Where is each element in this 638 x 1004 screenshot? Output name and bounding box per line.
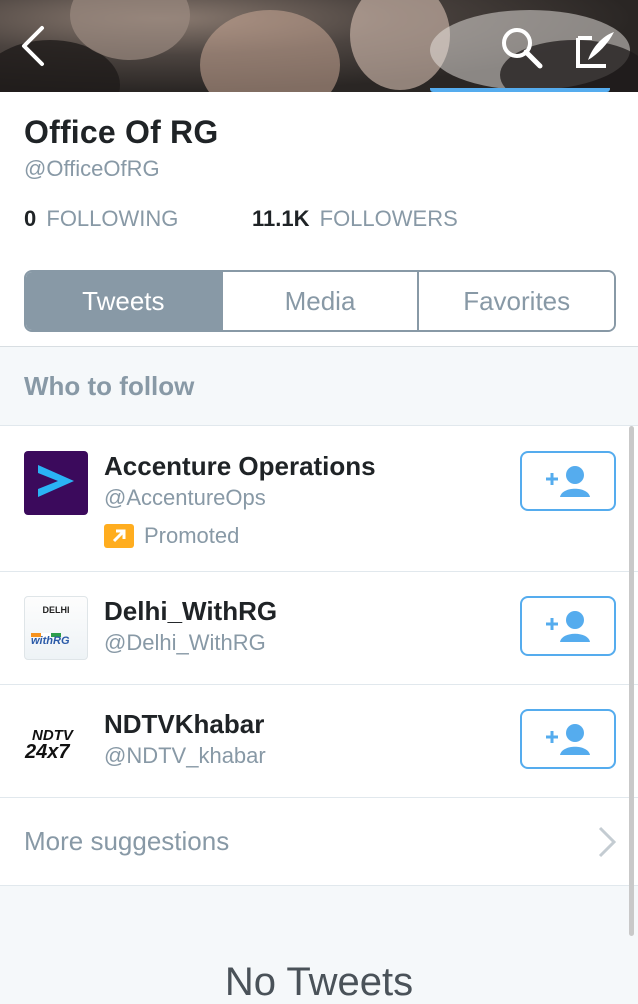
more-suggestions-link[interactable]: More suggestions [0,798,638,886]
add-user-icon [546,724,590,755]
follow-button[interactable] [520,451,616,511]
suggestion-handle: @NDTV_khabar [104,743,266,768]
suggestion-row[interactable]: DELHI withRG Delhi_WithRG @Delhi_WithRG [0,572,638,685]
add-user-icon [546,611,590,642]
suggestion-row[interactable]: Accenture Operations @AccentureOps Promo… [0,427,638,572]
followers-count: 11.1K [252,206,310,231]
avatar[interactable] [24,451,88,515]
tab-tweets[interactable]: Tweets [26,272,221,330]
edit-profile-tab-edge [430,88,610,92]
suggestion-handle: @Delhi_WithRG [104,630,266,655]
promoted-arrow-icon [104,524,134,548]
suggestion-name[interactable]: Delhi_WithRG [104,596,277,627]
avatar-text-delhi: DELHI [42,605,70,615]
avatar-text-247: 24x7 [25,741,70,763]
follow-button[interactable] [520,709,616,769]
add-user-icon [546,466,590,497]
tab-favorites[interactable]: Favorites [417,272,614,330]
empty-state-text: No Tweets [224,960,414,1004]
accenture-logo-icon [38,465,74,497]
promoted-label: Promoted [144,523,240,548]
suggestion-handle: @AccentureOps [104,485,266,510]
promoted-badge: Promoted [104,523,239,549]
profile-handle: @OfficeOfRG [24,156,160,181]
chevron-left-icon[interactable] [14,24,54,68]
following-stat[interactable]: 0 FOLLOWING [24,206,178,232]
banner-photo-region [200,10,340,92]
followers-stat[interactable]: 11.1K FOLLOWERS [252,206,458,232]
who-to-follow-header: Who to follow [0,346,638,426]
avatar[interactable]: DELHI withRG [24,596,88,660]
avatar-text-withrg: withRG [31,635,70,647]
avatar[interactable]: NDTV 24x7 [24,709,88,773]
who-to-follow-title: Who to follow [24,371,195,401]
profile-name: Office Of RG [24,114,219,150]
following-count: 0 [24,206,37,231]
following-label: FOLLOWING [46,206,179,231]
search-icon[interactable] [498,24,546,72]
more-suggestions-label: More suggestions [24,826,230,856]
suggestion-name[interactable]: NDTVKhabar [104,709,264,740]
follow-button[interactable] [520,596,616,656]
followers-label: FOLLOWERS [319,206,458,231]
suggestion-row[interactable]: NDTV 24x7 NDTVKhabar @NDTV_khabar [0,685,638,798]
compose-icon[interactable] [572,24,620,72]
tab-media[interactable]: Media [220,272,418,330]
suggestion-name[interactable]: Accenture Operations [104,451,376,482]
chevron-right-icon [596,826,617,863]
scrollbar[interactable] [629,426,634,936]
profile-tabs: Tweets Media Favorites [24,270,616,332]
profile-banner [0,0,638,92]
